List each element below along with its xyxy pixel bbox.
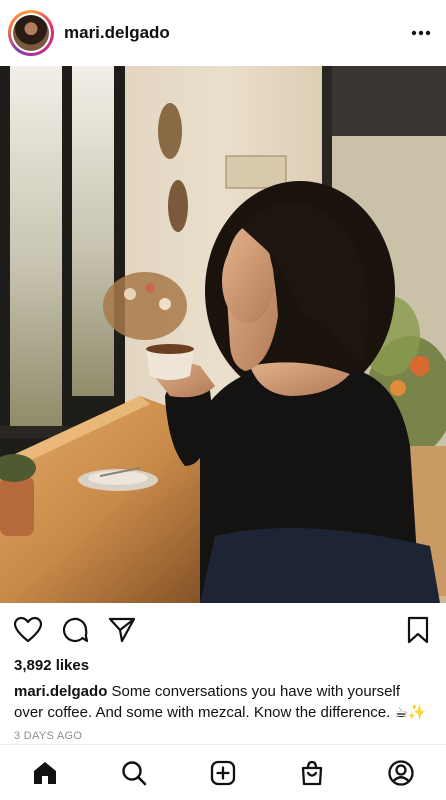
caption: mari.delgado Some conversations you have… bbox=[14, 681, 446, 723]
post-timestamp: 3 DAYS AGO bbox=[14, 730, 83, 742]
header-username[interactable]: mari.delgado bbox=[64, 23, 170, 43]
post-actions bbox=[0, 608, 446, 652]
instagram-post-screen: mari.delgado 3,892 likes mari.delgado So… bbox=[0, 0, 446, 800]
avatar-image bbox=[13, 15, 49, 51]
bottom-navigation bbox=[0, 744, 446, 800]
home-icon[interactable] bbox=[25, 753, 65, 793]
more-options-icon[interactable] bbox=[406, 18, 436, 48]
avatar[interactable] bbox=[8, 10, 54, 56]
caption-text-line1: Some conversations you have with yoursel… bbox=[107, 683, 401, 700]
post-photo[interactable] bbox=[0, 66, 446, 603]
shop-icon[interactable] bbox=[292, 753, 332, 793]
caption-text-line2: over coffee. And some with mezcal. Know … bbox=[14, 704, 427, 721]
likes-count[interactable]: 3,892 likes bbox=[14, 657, 89, 674]
create-icon[interactable] bbox=[203, 753, 243, 793]
send-icon[interactable] bbox=[106, 614, 138, 646]
heart-icon[interactable] bbox=[12, 614, 44, 646]
profile-icon[interactable] bbox=[381, 753, 421, 793]
comment-icon[interactable] bbox=[59, 614, 91, 646]
search-icon[interactable] bbox=[114, 753, 154, 793]
caption-username[interactable]: mari.delgado bbox=[14, 683, 107, 700]
post-photo-illustration bbox=[0, 66, 446, 603]
bookmark-icon[interactable] bbox=[402, 614, 434, 646]
post-header: mari.delgado bbox=[0, 0, 446, 66]
